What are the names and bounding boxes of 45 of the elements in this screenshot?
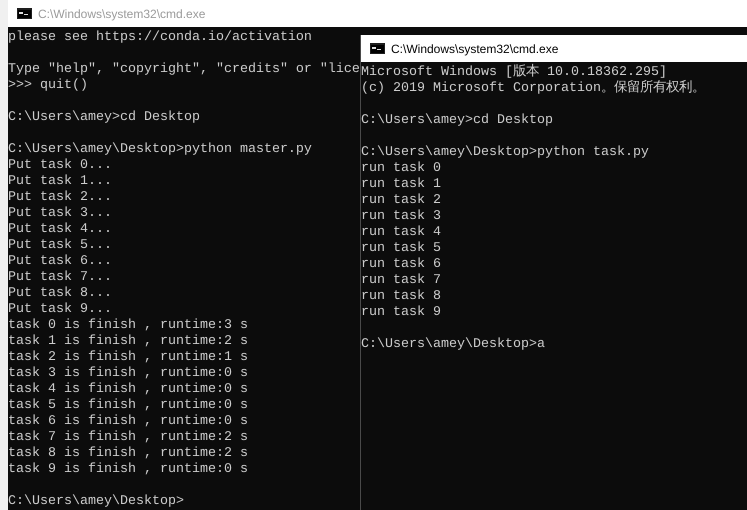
console-line: task 7 is finish , runtime:2 s bbox=[8, 430, 248, 446]
console-line: task 8 is finish , runtime:2 s bbox=[8, 446, 248, 462]
console-line: Type "help", "copyright", "credits" or "lice bbox=[8, 62, 360, 78]
console-line: Put task 3... bbox=[8, 206, 112, 222]
console-line: Put task 1... bbox=[8, 174, 112, 190]
console-line: Put task 2... bbox=[8, 190, 112, 206]
console-line: >>> quit() bbox=[8, 78, 88, 94]
console-line: task 6 is finish , runtime:0 s bbox=[8, 414, 248, 430]
console-line: C:\Users\amey>cd Desktop bbox=[361, 113, 553, 129]
console-line: run task 6 bbox=[361, 257, 441, 273]
console-line: C:\Users\amey\Desktop>a bbox=[361, 337, 545, 353]
console-line: Put task 9... bbox=[8, 302, 112, 318]
console-line: please see https://conda.io/activation bbox=[8, 30, 312, 46]
console-line: Put task 5... bbox=[8, 238, 112, 254]
console-line: Put task 6... bbox=[8, 254, 112, 270]
console-line: Put task 7... bbox=[8, 270, 112, 286]
console-line: Put task 0... bbox=[8, 158, 112, 174]
console-line: C:\Users\amey\Desktop> bbox=[8, 494, 184, 510]
console-line: task 4 is finish , runtime:0 s bbox=[8, 382, 248, 398]
console-line: run task 3 bbox=[361, 209, 441, 225]
console-line: task 1 is finish , runtime:2 s bbox=[8, 334, 248, 350]
console-line: Put task 8... bbox=[8, 286, 112, 302]
console-line: Put task 4... bbox=[8, 222, 112, 238]
console-line: C:\Users\amey\Desktop>python master.py bbox=[8, 142, 312, 158]
console-line: run task 1 bbox=[361, 177, 441, 193]
console-line: task 2 is finish , runtime:1 s bbox=[8, 350, 248, 366]
console-line: task 0 is finish , runtime:3 s bbox=[8, 318, 248, 334]
console-line: task 3 is finish , runtime:0 s bbox=[8, 366, 248, 382]
window-title: C:\Windows\system32\cmd.exe bbox=[391, 40, 558, 58]
window-title: C:\Windows\system32\cmd.exe bbox=[38, 6, 206, 22]
console-line: Microsoft Windows [版本 10.0.18362.295] bbox=[361, 65, 667, 80]
console-line: run task 8 bbox=[361, 289, 441, 305]
console-line: (c) 2019 Microsoft Corporation。保留所有权利。 bbox=[361, 81, 705, 97]
terminal-icon bbox=[17, 8, 32, 19]
console-line: C:\Users\amey\Desktop>python task.py bbox=[361, 145, 649, 161]
terminal-icon bbox=[370, 43, 385, 54]
console-line: task 9 is finish , runtime:0 s bbox=[8, 462, 248, 478]
console-line: run task 5 bbox=[361, 241, 441, 257]
console-line: run task 2 bbox=[361, 193, 441, 209]
console-line: run task 4 bbox=[361, 225, 441, 241]
console-line: task 5 is finish , runtime:0 s bbox=[8, 398, 248, 414]
console-line: run task 7 bbox=[361, 273, 441, 289]
console-line: C:\Users\amey>cd Desktop bbox=[8, 110, 200, 126]
console-line: run task 0 bbox=[361, 161, 441, 177]
console-line: run task 9 bbox=[361, 305, 441, 321]
